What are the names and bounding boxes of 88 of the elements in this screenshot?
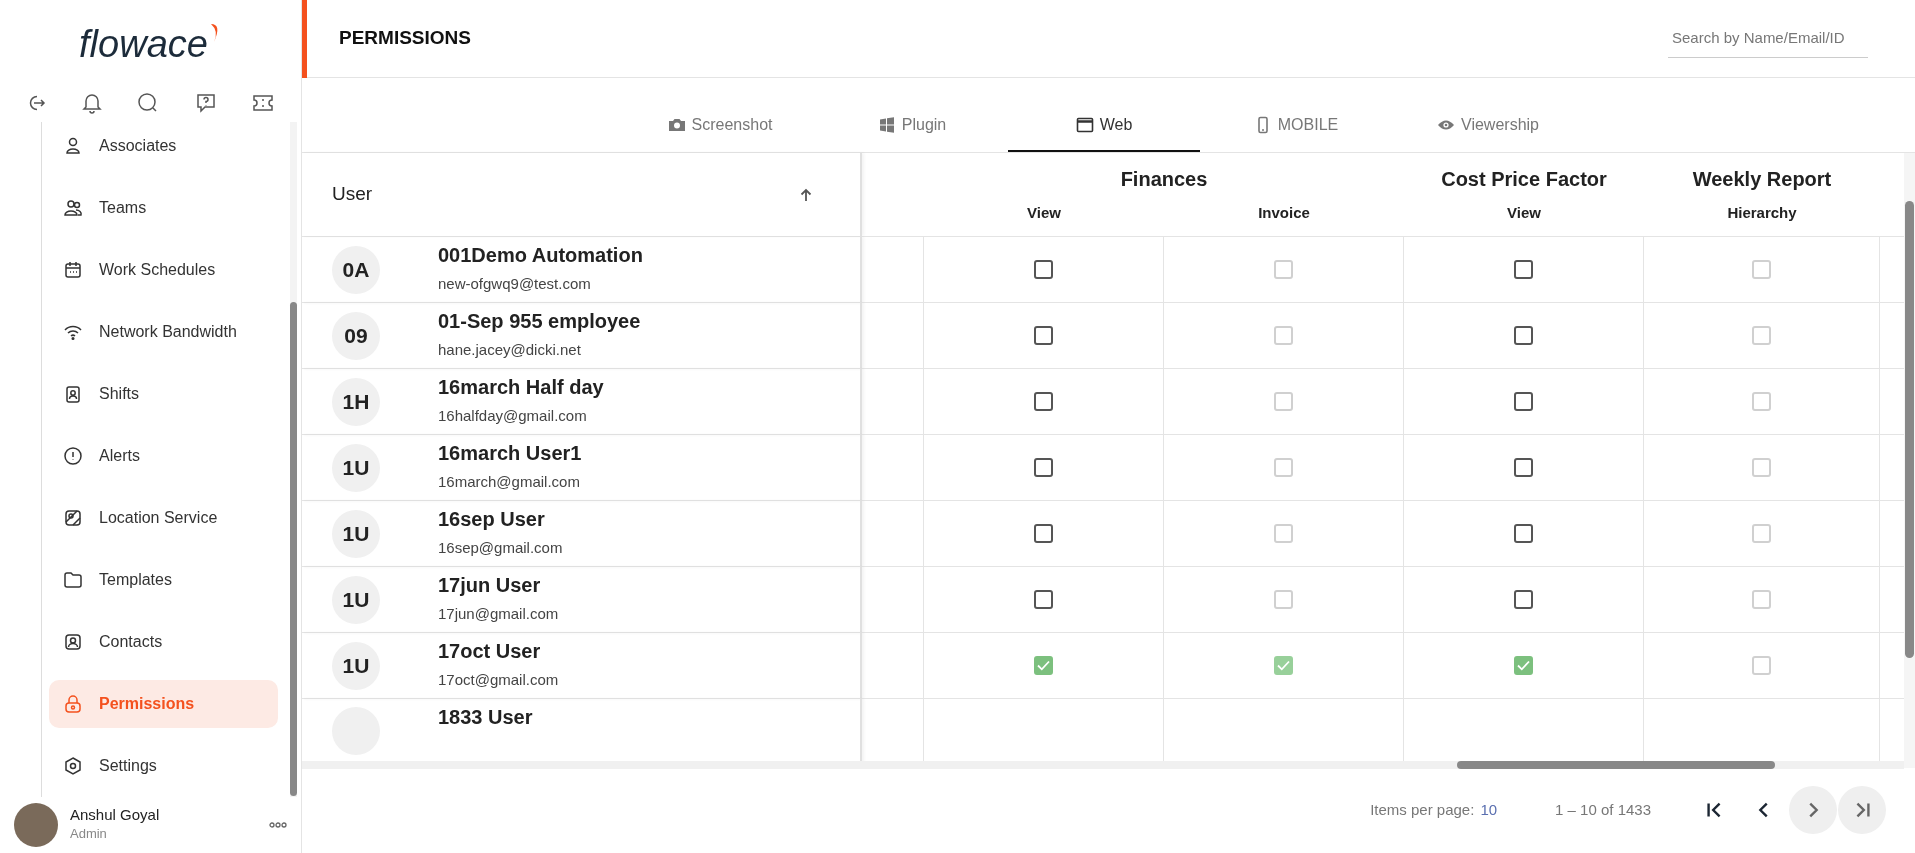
alert-icon [63, 446, 83, 466]
user-name: 17oct User [438, 639, 542, 664]
ticket-icon[interactable] [252, 93, 274, 113]
user-role: Admin [70, 825, 108, 844]
user-name: Anshul Goyal [70, 806, 161, 825]
column-header: View [1506, 203, 1542, 224]
user-name: 16sep User [438, 507, 546, 532]
user-email: 16sep@gmail.com [438, 538, 563, 559]
checkbox[interactable] [1034, 260, 1053, 279]
bell-icon[interactable] [81, 92, 102, 114]
scrollbar[interactable] [302, 761, 1904, 769]
checkbox[interactable] [1514, 524, 1533, 543]
lock-icon [63, 694, 83, 714]
column-header: Hierarchy [1726, 203, 1798, 224]
more-icon[interactable] [269, 822, 287, 828]
search-icon[interactable] [137, 92, 159, 114]
page-title: PERMISSIONS [302, 0, 471, 78]
group-header: Finances [1119, 167, 1209, 193]
column-header: User [332, 182, 373, 207]
user-email: hane.jacey@dicki.net [438, 340, 582, 361]
tab[interactable]: MOBILE [1200, 78, 1392, 152]
user-email: 17oct@gmail.com [438, 670, 559, 691]
people-icon [63, 198, 83, 218]
sidebar-item[interactable]: Associates [49, 122, 278, 170]
sidebar-item[interactable]: Contacts [49, 618, 278, 666]
sidebar-item[interactable]: Location Service [49, 494, 278, 542]
checkbox[interactable] [1034, 524, 1053, 543]
tab[interactable]: Web [1008, 78, 1200, 152]
avatar: 1U [332, 443, 380, 492]
checkbox[interactable] [1034, 458, 1053, 477]
range-label: 1 – 10 of 1433 [1555, 799, 1651, 820]
calendar-icon [63, 260, 83, 280]
avatar: 1H [332, 377, 380, 426]
avatar-photo-placeholder [14, 803, 58, 847]
sidebar-item[interactable]: Shifts [49, 370, 278, 418]
checkbox[interactable] [1514, 656, 1533, 675]
folder-icon [63, 570, 83, 590]
user-name: 16march Half day [438, 375, 604, 400]
checkbox[interactable] [1034, 590, 1053, 609]
windows-icon [877, 115, 896, 134]
checkbox[interactable] [1514, 392, 1533, 411]
id-badge-icon [63, 384, 83, 404]
sort-arrow-icon[interactable] [800, 187, 812, 202]
sidebar-item[interactable]: Teams [49, 184, 278, 232]
contact-icon [63, 632, 83, 652]
user-email: new-ofgwq9@test.com [438, 274, 592, 295]
checkbox[interactable] [1034, 656, 1053, 675]
items-per-page-label: Items per page: [1370, 799, 1475, 820]
user-email: 16march@gmail.com [438, 472, 581, 493]
browser-window-icon [1075, 115, 1094, 134]
tab[interactable]: Plugin [816, 78, 1008, 152]
tab[interactable]: Viewership [1392, 78, 1584, 152]
checkbox[interactable] [1034, 326, 1053, 345]
items-per-page-select[interactable]: 10 [1480, 798, 1498, 822]
gear-icon [63, 756, 83, 776]
user-name: 1833 User [438, 705, 533, 729]
column-header: Invoice [1257, 203, 1311, 224]
avatar: 0A [332, 245, 380, 294]
checkbox[interactable] [1034, 392, 1053, 411]
logo-text: flowace [79, 21, 208, 67]
user-name: 01-Sep 955 employee [438, 309, 641, 334]
column-header: View [1026, 203, 1062, 224]
user-name: 16march User1 [438, 441, 582, 466]
avatar: 1U [332, 575, 380, 624]
user-email: 16halfday@gmail.com [438, 406, 588, 427]
help-chat-icon[interactable] [194, 92, 217, 114]
sidebar-item[interactable]: Settings [49, 742, 278, 790]
group-header: Weekly Report [1691, 167, 1833, 193]
sidebar-item[interactable]: Templates [49, 556, 278, 604]
scrollbar[interactable] [290, 122, 297, 797]
sidebar-item[interactable]: Network Bandwidth [49, 308, 278, 356]
avatar: 1U [332, 641, 380, 690]
checkbox[interactable] [1514, 326, 1533, 345]
person-icon [63, 136, 83, 156]
checkbox[interactable] [1514, 260, 1533, 279]
map-icon [63, 508, 83, 528]
user-name: 17jun User [438, 573, 542, 598]
sidebar-item[interactable]: Alerts [49, 432, 278, 480]
group-header: Cost Price Factor [1440, 167, 1608, 193]
scrollbar[interactable] [1904, 153, 1915, 768]
sidebar-item[interactable]: Work Schedules [49, 246, 278, 294]
user-name: 001Demo Automation [438, 243, 643, 268]
avatar: 1U [332, 509, 380, 558]
user-email: 17jun@gmail.com [438, 604, 559, 625]
checkbox[interactable] [1514, 458, 1533, 477]
avatar: 09 [332, 311, 380, 360]
checkbox[interactable] [1514, 590, 1533, 609]
tab[interactable]: Screenshot [624, 78, 816, 152]
